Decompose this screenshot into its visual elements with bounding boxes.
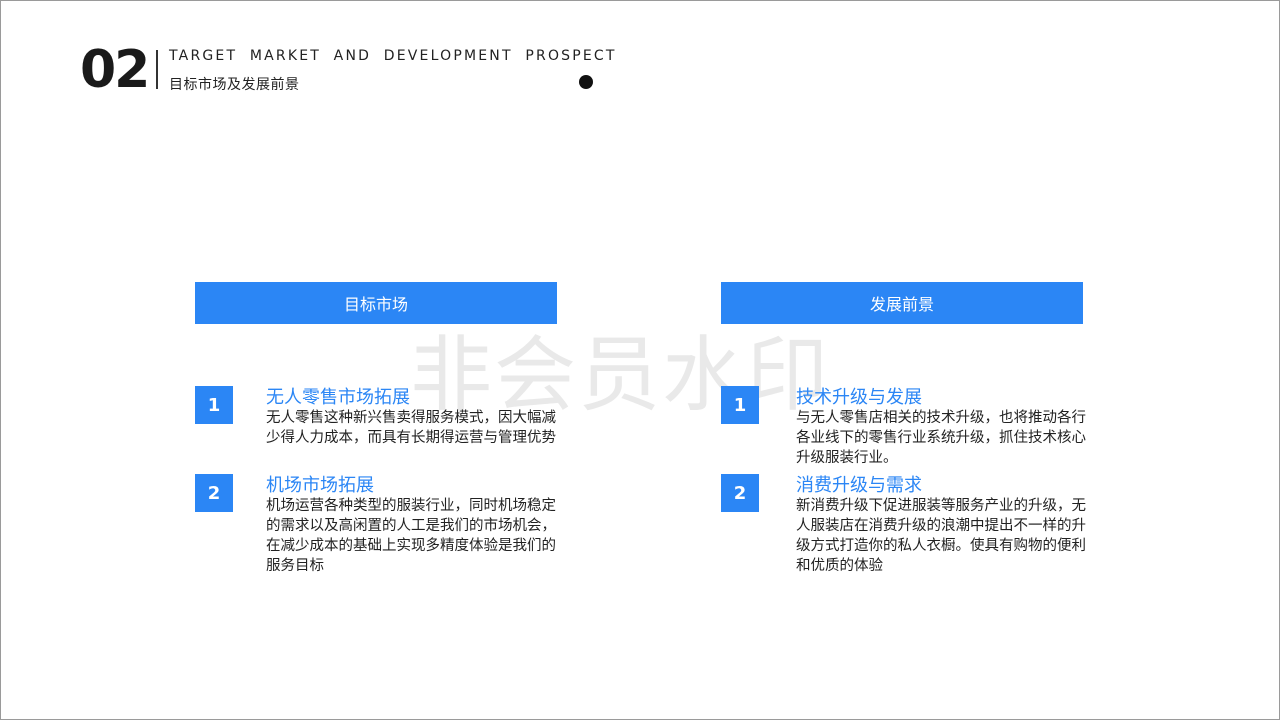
decorative-dot [579, 75, 593, 89]
right-item-2-badge: 2 [721, 474, 759, 512]
right-item-1-desc: 与无人零售店相关的技术升级，也将推动各行 各业线下的零售行业系统升级，抓住技术核… [796, 410, 1086, 466]
left-item-2-title: 机场市场拓展 [266, 475, 374, 496]
section-title-cn: 目标市场及发展前景 [169, 77, 300, 93]
section-title-en: TARGET MARKET AND DEVELOPMENT PROSPECT [169, 48, 617, 64]
left-item-2-desc: 机场运营各种类型的服装行业，同时机场稳定 的需求以及高闲置的人工是我们的市场机会… [266, 498, 556, 574]
right-item-2-title: 消费升级与需求 [796, 475, 922, 496]
left-item-1-desc: 无人零售这种新兴售卖得服务模式，因大幅减 少得人力成本，而具有长期得运营与管理优… [266, 410, 556, 446]
left-item-2-badge: 2 [195, 474, 233, 512]
right-item-1-title: 技术升级与发展 [796, 387, 922, 408]
right-item-1-badge: 1 [721, 386, 759, 424]
header-divider [156, 50, 158, 89]
right-item-2-desc: 新消费升级下促进服装等服务产业的升级，无 人服装店在消费升级的浪潮中提出不一样的… [796, 498, 1086, 574]
prospect-heading: 发展前景 [721, 282, 1083, 324]
left-item-1-title: 无人零售市场拓展 [266, 387, 410, 408]
left-item-1-badge: 1 [195, 386, 233, 424]
section-number: 02 [80, 40, 150, 100]
target-market-heading: 目标市场 [195, 282, 557, 324]
